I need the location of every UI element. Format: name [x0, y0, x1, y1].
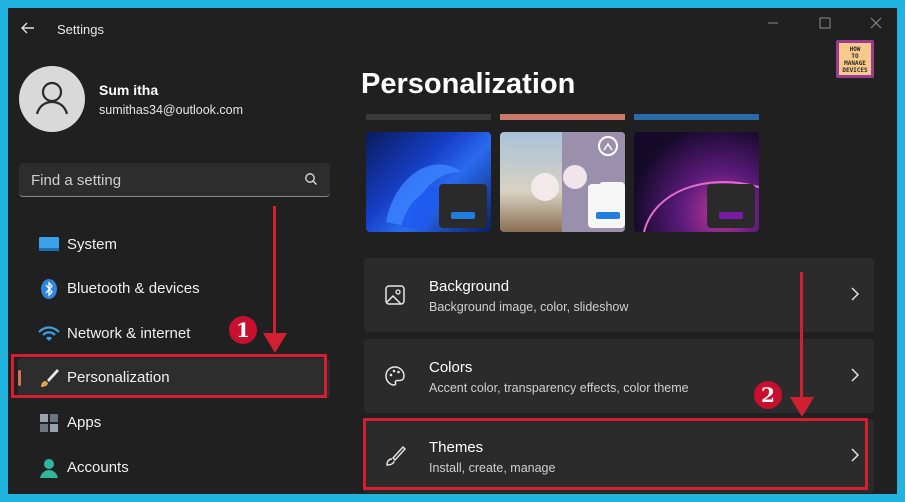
- sidebar-item-label: System: [67, 236, 118, 253]
- search-box[interactable]: [19, 163, 330, 197]
- wifi-icon: [38, 326, 60, 341]
- minimize-icon[interactable]: [750, 12, 796, 36]
- sidebar-item-label: Accounts: [67, 459, 129, 476]
- system-icon: [39, 237, 59, 251]
- card-title: Colors: [429, 359, 473, 376]
- back-arrow-icon[interactable]: [18, 20, 38, 40]
- sidebar-item-label: Bluetooth & devices: [67, 280, 200, 297]
- sidebar-item-system[interactable]: System: [18, 225, 330, 265]
- image-icon: [385, 285, 405, 305]
- card-title: Background: [429, 278, 510, 295]
- sidebar-item-label: Network & internet: [67, 325, 191, 342]
- search-input[interactable]: [19, 163, 303, 197]
- sidebar-item-accounts[interactable]: Accounts: [18, 448, 330, 488]
- user-name: Sum itha: [99, 82, 159, 98]
- annotation-arrowhead-icon: [790, 397, 814, 417]
- user-email: sumithas34@outlook.com: [99, 103, 244, 117]
- card-subtitle: Accent color, transparency effects, colo…: [429, 381, 689, 395]
- annotation-arrow-shaft: [273, 206, 276, 336]
- sidebar-item-label: Apps: [67, 414, 102, 431]
- step-badge-2: 2: [754, 381, 782, 409]
- palette-icon: [385, 366, 405, 386]
- card-background[interactable]: Background Background image, color, slid…: [364, 258, 874, 332]
- sidebar-item-bluetooth[interactable]: Bluetooth & devices: [18, 269, 330, 309]
- card-subtitle: Background image, color, slideshow: [429, 300, 629, 314]
- theme-preview-captured-motion[interactable]: [634, 132, 759, 232]
- annotation-arrowhead-icon: [263, 333, 287, 353]
- site-logo: HOW TO MANAGE DEVICES: [836, 40, 874, 78]
- theme-preview-glow[interactable]: [500, 132, 625, 232]
- maximize-icon[interactable]: [802, 12, 848, 36]
- highlight-box-themes: [363, 418, 868, 490]
- person-icon: [35, 81, 69, 115]
- page-title: Personalization: [361, 68, 576, 100]
- apps-icon: [40, 414, 58, 432]
- search-icon[interactable]: [304, 172, 318, 186]
- person-icon: [40, 459, 58, 478]
- annotation-arrow-shaft: [800, 272, 803, 400]
- chevron-right-icon: [851, 368, 860, 382]
- theme-preview-partial: [366, 114, 491, 120]
- close-icon[interactable]: [853, 12, 897, 36]
- highlight-box-personalization: [11, 354, 327, 398]
- chevron-right-icon: [851, 287, 860, 301]
- title-bar: Settings: [8, 8, 897, 52]
- settings-window: Settings HOW TO MANAGE DEVICES Sum itha …: [8, 8, 897, 494]
- step-badge-1: 1: [229, 316, 257, 344]
- avatar[interactable]: [19, 66, 85, 132]
- theme-preview-partial: [500, 114, 625, 120]
- bluetooth-icon: [41, 279, 57, 299]
- sidebar-item-apps[interactable]: Apps: [18, 403, 330, 443]
- app-title: Settings: [57, 22, 104, 37]
- theme-preview-bloom[interactable]: [366, 132, 491, 232]
- theme-preview-partial: [634, 114, 759, 120]
- bloom-wallpaper-icon: [386, 164, 487, 230]
